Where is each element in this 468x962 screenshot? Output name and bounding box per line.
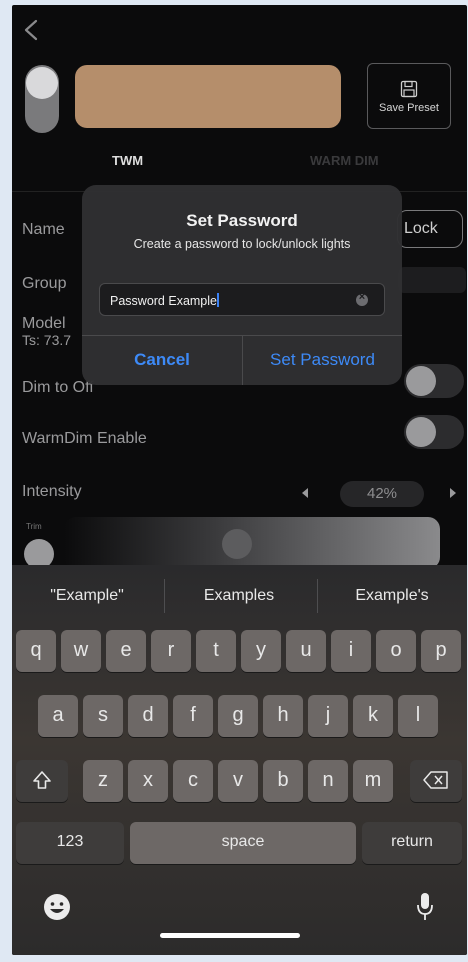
suggestion-bar: "Example" Examples Example's [12, 565, 467, 627]
password-input[interactable]: Password Example [99, 283, 385, 316]
tab-twm[interactable]: TWM [112, 153, 143, 168]
key-o[interactable]: o [376, 630, 416, 672]
key-x[interactable]: x [128, 760, 168, 802]
warmdim-enable-switch-knob [406, 417, 436, 447]
key-b[interactable]: b [263, 760, 303, 802]
key-j[interactable]: j [308, 695, 348, 737]
back-chevron-icon[interactable] [22, 19, 40, 41]
shift-key[interactable] [16, 760, 68, 802]
key-a[interactable]: a [38, 695, 78, 737]
key-t[interactable]: t [196, 630, 236, 672]
key-f[interactable]: f [173, 695, 213, 737]
key-u[interactable]: u [286, 630, 326, 672]
emoji-icon[interactable] [42, 892, 72, 922]
suggestion-1[interactable]: "Example" [12, 587, 162, 605]
shift-arrow-icon [33, 770, 51, 789]
key-z[interactable]: z [83, 760, 123, 802]
warmdim-enable-switch[interactable] [404, 415, 464, 449]
model-label: Model [22, 315, 66, 332]
set-password-button[interactable]: Set Password [243, 335, 402, 385]
clear-text-icon[interactable] [356, 291, 368, 306]
power-toggle[interactable] [25, 65, 59, 133]
key-h[interactable]: h [263, 695, 303, 737]
suggestion-3[interactable]: Example's [317, 587, 467, 605]
set-password-dialog: Set Password Create a password to lock/u… [82, 185, 402, 385]
dim-to-off-switch-knob [406, 366, 436, 396]
suggestion-2[interactable]: Examples [164, 587, 314, 605]
dialog-title: Set Password [186, 211, 298, 230]
microphone-icon[interactable] [415, 892, 435, 922]
key-n[interactable]: n [308, 760, 348, 802]
backspace-key[interactable] [410, 760, 462, 802]
dim-to-off-switch[interactable] [404, 364, 464, 398]
save-preset-label: Save Preset [379, 102, 439, 114]
tab-warm-dim[interactable]: WARM DIM [310, 153, 379, 168]
space-key[interactable]: space [130, 822, 356, 864]
intensity-slider-track[interactable] [64, 517, 440, 569]
decrease-arrow-icon[interactable] [302, 488, 308, 498]
dialog-message: Create a password to lock/unlock lights [133, 237, 351, 251]
cancel-button[interactable]: Cancel [82, 335, 242, 385]
save-preset-button[interactable]: Save Preset [367, 63, 451, 129]
warmdim-enable-label: WarmDim Enable [22, 430, 147, 447]
name-label: Name [22, 221, 65, 238]
key-d[interactable]: d [128, 695, 168, 737]
key-c[interactable]: c [173, 760, 213, 802]
key-k[interactable]: k [353, 695, 393, 737]
home-indicator [160, 933, 300, 938]
key-v[interactable]: v [218, 760, 258, 802]
key-q[interactable]: q [16, 630, 56, 672]
key-r[interactable]: r [151, 630, 191, 672]
key-e[interactable]: e [106, 630, 146, 672]
floppy-disk-icon [400, 80, 418, 98]
intensity-stepper: 42% [302, 481, 462, 507]
color-swatch[interactable] [75, 65, 341, 128]
group-selector[interactable] [398, 267, 466, 293]
key-i[interactable]: i [331, 630, 371, 672]
key-m[interactable]: m [353, 760, 393, 802]
key-g[interactable]: g [218, 695, 258, 737]
group-label: Group [22, 275, 67, 292]
numbers-key[interactable]: 123 [16, 822, 124, 864]
text-cursor [217, 293, 219, 307]
password-input-value: Password Example [110, 294, 217, 308]
increase-arrow-icon[interactable] [450, 488, 456, 498]
trim-label: Trim [26, 522, 42, 531]
intensity-label: Intensity [22, 483, 82, 500]
key-w[interactable]: w [61, 630, 101, 672]
key-s[interactable]: s [83, 695, 123, 737]
intensity-value: 42% [340, 481, 424, 507]
backspace-icon [423, 771, 448, 789]
intensity-slider-thumb[interactable] [222, 529, 252, 559]
key-l[interactable]: l [398, 695, 438, 737]
key-y[interactable]: y [241, 630, 281, 672]
mode-tabs: TWM WARM DIM [12, 153, 467, 181]
on-screen-keyboard: "Example" Examples Example's q w e r t y… [12, 565, 467, 955]
key-p[interactable]: p [421, 630, 461, 672]
app-screen: Save Preset TWM WARM DIM Name Lock Group… [12, 5, 467, 955]
ts-label: Ts: 73.7 [22, 332, 72, 348]
return-key[interactable]: return [362, 822, 462, 864]
power-toggle-knob [26, 67, 58, 99]
lock-button[interactable]: Lock [397, 210, 463, 248]
